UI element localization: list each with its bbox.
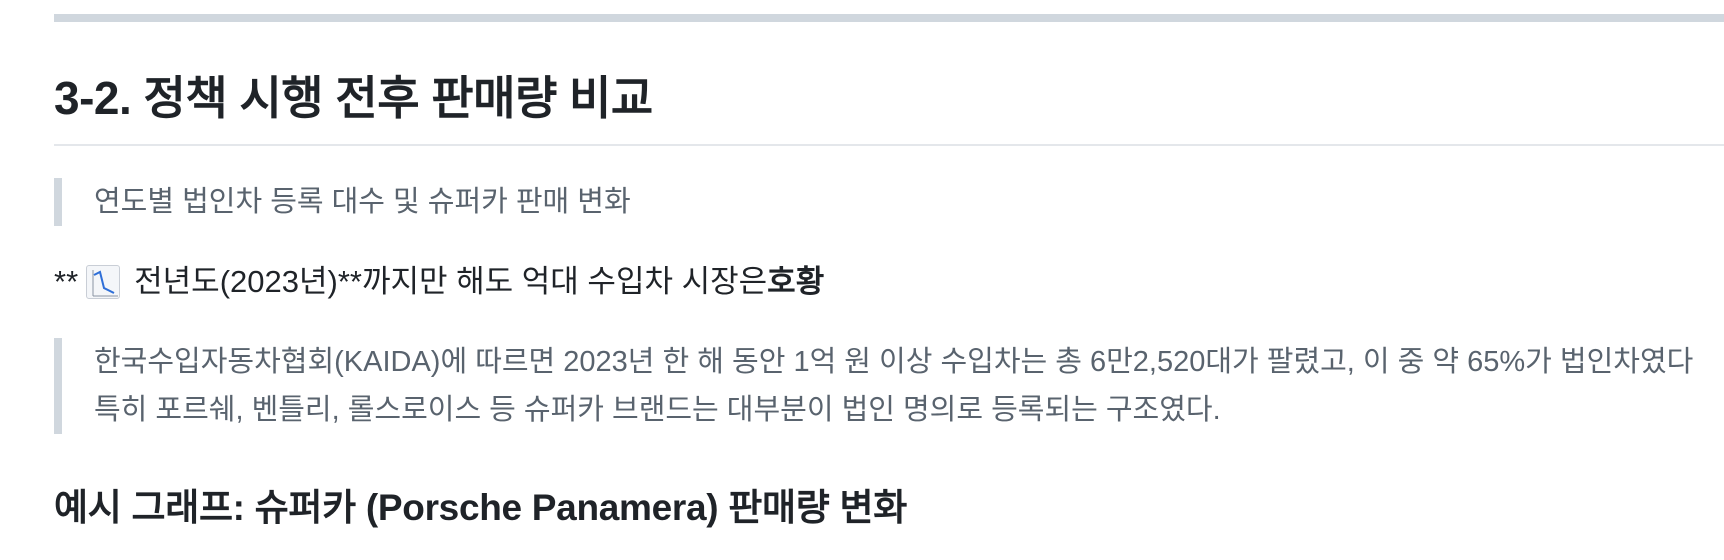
kaida-quote-text: 한국수입자동차협회(KAIDA)에 따르면 2023년 한 해 동안 1억 원 … [94, 346, 1694, 426]
paragraph-text: 전년도(2023년)**까지만 해도 억대 수입차 시장은 [134, 264, 768, 299]
chart-decreasing-icon [86, 265, 121, 299]
document-page: 3-2. 정책 시행 전후 판매량 비교 연도별 법인차 등록 대수 및 슈퍼카… [0, 0, 1724, 560]
paragraph-emphasis: 호황 [767, 264, 825, 299]
section-heading: 3-2. 정책 시행 전후 판매량 비교 [54, 72, 653, 124]
top-divider [54, 14, 1724, 22]
heading-underline [54, 144, 1724, 146]
caption-text: 연도별 법인차 등록 대수 및 슈퍼카 판매 변화 [94, 186, 631, 218]
graph-subheading: 예시 그래프: 슈퍼카 (Porsche Panamera) 판매량 변화 [54, 487, 907, 528]
markdown-asterisks: ** [54, 264, 79, 299]
caption-blockquote: 연도별 법인차 등록 대수 및 슈퍼카 판매 변화 [54, 178, 631, 226]
kaida-blockquote: 한국수입자동차협회(KAIDA)에 따르면 2023년 한 해 동안 1억 원 … [54, 338, 1724, 434]
intro-paragraph: ** 전년도(2023년)**까지만 해도 억대 수입차 시장은 호황 [54, 260, 824, 304]
